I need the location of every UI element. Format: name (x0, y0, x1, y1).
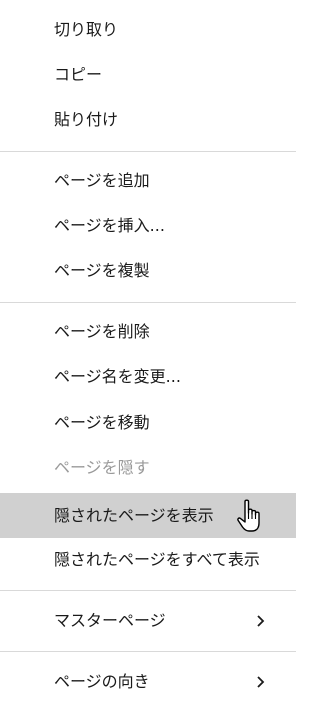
menu-item-cut[interactable]: 切り取り (0, 15, 296, 45)
menu-item-label: ページを削除 (54, 322, 150, 341)
menu-item-page-orientation[interactable]: ページの向き (0, 667, 296, 697)
menu-item-label: コピー (54, 65, 103, 84)
menu-item-show-all-hidden-pages[interactable]: 隠されたページをすべて表示 (0, 545, 296, 575)
menu-item-label: 貼り付け (54, 110, 119, 129)
menu-item-master-page[interactable]: マスターページ (0, 606, 296, 636)
menu-item-copy[interactable]: コピー (0, 60, 296, 90)
menu-item-label: ページを移動 (54, 413, 150, 432)
hand-pointer-cursor-icon (236, 498, 266, 538)
menu-item-label: ページを複製 (54, 261, 150, 280)
chevron-right-icon (254, 667, 268, 697)
menu-separator (0, 651, 296, 652)
menu-item-duplicate-page[interactable]: ページを複製 (0, 256, 296, 286)
menu-item-move-page[interactable]: ページを移動 (0, 408, 296, 438)
menu-item-label: ページを挿入... (54, 216, 165, 235)
menu-item-label: 隠されたページを表示 (54, 506, 214, 525)
chevron-right-icon (254, 606, 268, 636)
menu-item-label: ページの向き (54, 672, 150, 691)
menu-item-hide-page: ページを隠す (0, 453, 296, 483)
menu-item-add-page[interactable]: ページを追加 (0, 166, 296, 196)
menu-item-label: ページを隠す (54, 458, 150, 477)
menu-separator (0, 302, 296, 303)
menu-item-insert-page[interactable]: ページを挿入... (0, 211, 296, 241)
menu-item-rename-page[interactable]: ページ名を変更... (0, 362, 296, 392)
menu-item-label: マスターページ (54, 611, 166, 630)
menu-separator (0, 590, 296, 591)
menu-item-label: ページを追加 (54, 171, 150, 190)
menu-item-label: ページ名を変更... (54, 367, 181, 386)
menu-item-label: 隠されたページをすべて表示 (54, 550, 260, 569)
menu-item-paste[interactable]: 貼り付け (0, 105, 296, 135)
menu-item-label: 切り取り (54, 20, 119, 39)
menu-separator (0, 151, 296, 152)
menu-item-delete-page[interactable]: ページを削除 (0, 317, 296, 347)
context-menu: 切り取り コピー 貼り付け ページを追加 ページを挿入... ページを複製 ペー… (0, 0, 296, 711)
